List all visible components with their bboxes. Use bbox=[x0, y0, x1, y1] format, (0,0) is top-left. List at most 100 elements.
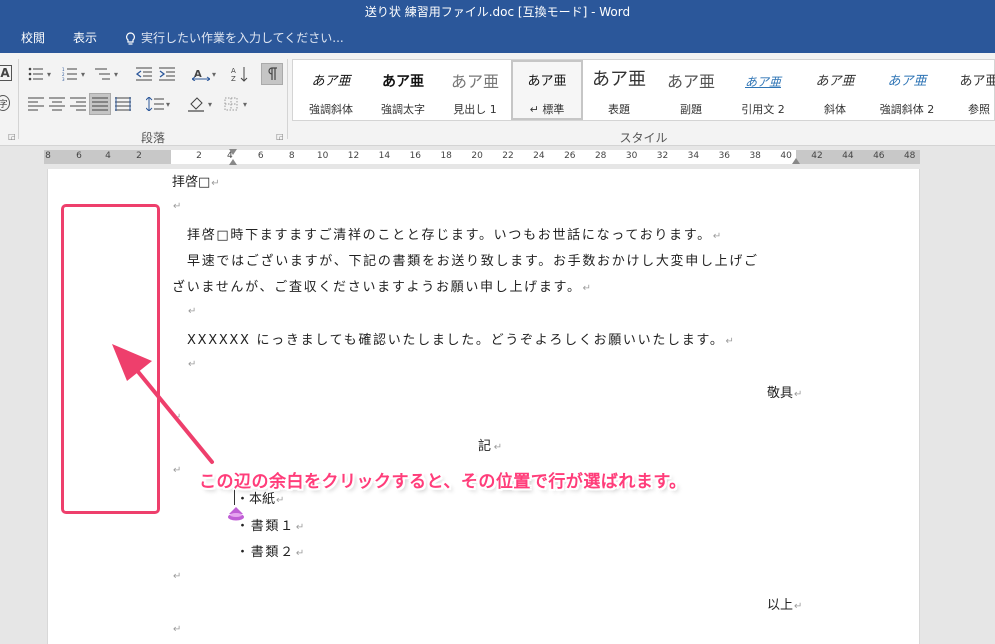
doc-line-body-1[interactable]: 早速ではございますが、下記の書類をお送り致します。お手数おかけし大変申し上げご bbox=[187, 250, 760, 269]
ruler-tick-label: 12 bbox=[347, 151, 360, 161]
ruler-tick-label: 38 bbox=[749, 151, 761, 161]
shading-icon[interactable] bbox=[187, 95, 207, 113]
tab-view[interactable]: 表示 bbox=[73, 24, 97, 53]
title-bar: 送り状 練習用ファイル.doc [互換モード] - Word bbox=[0, 0, 995, 24]
styles-gallery: あア亜 強調斜体 あア亜 強調太字 あア亜 見出し 1 あア亜 ↵ 標準 あア亜… bbox=[292, 59, 995, 121]
doc-line-empty[interactable]: ↵ bbox=[172, 568, 181, 583]
style-strong[interactable]: あア亜 強調太字 bbox=[367, 60, 439, 120]
svg-text:A: A bbox=[194, 69, 202, 80]
margin-highlight-box bbox=[61, 204, 160, 514]
annotation-text: この辺の余白をクリックすると、その位置で行が選ばれます。 bbox=[199, 472, 687, 492]
ruler-tick-label: 40 bbox=[780, 151, 792, 161]
ruler-tick-label: 14 bbox=[378, 151, 391, 161]
style-heading-1[interactable]: あア亜 見出し 1 bbox=[439, 60, 511, 120]
tab-review[interactable]: 校閲 bbox=[21, 24, 45, 53]
doc-line-empty[interactable]: ↵ bbox=[172, 409, 181, 424]
dialog-launcher-icon[interactable]: ◲ bbox=[8, 132, 16, 141]
style-subtitle[interactable]: あア亜 副題 bbox=[655, 60, 727, 120]
align-center-icon[interactable] bbox=[47, 95, 67, 113]
doc-line-ijou[interactable]: 以上↵ bbox=[767, 594, 802, 613]
doc-line-greeting[interactable]: 拝啓□時下ますますご清祥のことと存じます。いつもお世話になっております。↵ bbox=[187, 224, 721, 243]
numbering-icon[interactable]: 123 bbox=[60, 65, 80, 83]
doc-line-empty[interactable]: ↵ bbox=[172, 198, 181, 213]
doc-line-body-2[interactable]: ざいませんが、ご査収くださいますようお願い申し上げます。↵ bbox=[172, 276, 591, 295]
style-emphasis-italic-2[interactable]: あア亜 強調斜体 2 bbox=[871, 60, 943, 120]
style-reference[interactable]: あア亜 参照 bbox=[943, 60, 995, 120]
tell-me-placeholder: 実行したい作業を入力してください... bbox=[141, 31, 344, 45]
chevron-down-icon[interactable]: ▾ bbox=[243, 95, 250, 113]
distributed-icon[interactable] bbox=[113, 95, 133, 113]
chevron-down-icon[interactable]: ▾ bbox=[166, 95, 173, 113]
ruler-tick-label: 24 bbox=[533, 151, 545, 161]
lightbulb-icon bbox=[126, 31, 135, 45]
style-title[interactable]: あア亜 表題 bbox=[583, 60, 655, 120]
chevron-down-icon[interactable]: ▾ bbox=[114, 65, 121, 83]
ruler-tick-label: 8 bbox=[45, 151, 51, 161]
styles-group-label: スタイル bbox=[619, 131, 668, 145]
chevron-down-icon[interactable]: ▾ bbox=[81, 65, 88, 83]
ruler-tick-label: 2 bbox=[196, 151, 202, 161]
enclosed-char-icon[interactable]: 字 bbox=[0, 95, 10, 111]
doc-line-salutation[interactable]: 拝啓□↵ bbox=[172, 171, 220, 190]
ruler-tick-label: 46 bbox=[873, 151, 885, 161]
window-title: 送り状 練習用ファイル.doc [互換モード] - Word bbox=[364, 5, 631, 19]
separator bbox=[18, 59, 19, 139]
dialog-launcher-icon[interactable]: ◲ bbox=[276, 132, 284, 141]
horizontal-ruler[interactable]: 8 6 4 2 2 4 6 8 10 12 14 16 18 20 22 24 26 28 30 32 34 36 38 40… bbox=[44, 149, 920, 165]
doc-line-ki[interactable]: 記↵ bbox=[478, 435, 502, 454]
tell-me-box[interactable]: 実行したい作業を入力してください... bbox=[125, 24, 344, 53]
style-italic[interactable]: あア亜 斜体 bbox=[799, 60, 871, 120]
first-line-indent-marker[interactable] bbox=[229, 149, 237, 155]
ruler-tick-label: 48 bbox=[903, 151, 916, 161]
ruler-tick-label: 6 bbox=[76, 151, 82, 161]
doc-line-empty[interactable]: ↵ bbox=[187, 303, 196, 318]
ruler-tick-label: 36 bbox=[718, 151, 731, 161]
style-quote-2[interactable]: あア亜 引用文 2 bbox=[727, 60, 799, 120]
sort-icon[interactable]: AZ bbox=[230, 65, 250, 83]
doc-line-empty[interactable]: ↵ bbox=[172, 462, 181, 477]
ruler-tick-label: 44 bbox=[842, 151, 854, 161]
ruler-tick-label: 10 bbox=[316, 151, 329, 161]
chevron-down-icon[interactable]: ▾ bbox=[208, 95, 215, 113]
align-left-icon[interactable] bbox=[26, 95, 46, 113]
style-normal[interactable]: あア亜 ↵ 標準 bbox=[511, 60, 583, 120]
style-emphasis-italic[interactable]: あア亜 強調斜体 bbox=[295, 60, 367, 120]
document-page[interactable]: 拝啓□↵ ↵ 拝啓□時下ますますご清祥のことと存じます。いつもお世話になっており… bbox=[47, 169, 920, 644]
paragraph-group-label: 段落 bbox=[140, 131, 165, 145]
align-right-icon[interactable] bbox=[68, 95, 88, 113]
ruler-tick-label: 32 bbox=[656, 151, 669, 161]
ruler-tick-label: 22 bbox=[502, 151, 514, 161]
char-border-icon[interactable]: A bbox=[0, 65, 12, 81]
chevron-down-icon[interactable]: ▾ bbox=[47, 65, 54, 83]
ruler-tick-label: 6 bbox=[257, 151, 264, 161]
list-item-shorui-1[interactable]: ・書類１↵ bbox=[236, 515, 304, 534]
char-scaling-icon[interactable]: A bbox=[191, 65, 211, 83]
borders-icon[interactable] bbox=[221, 95, 241, 113]
right-indent-marker[interactable] bbox=[792, 158, 800, 164]
chevron-down-icon[interactable]: ▾ bbox=[212, 65, 219, 83]
ruler-tick-label: 2 bbox=[136, 151, 142, 161]
justify-icon[interactable] bbox=[89, 93, 111, 115]
bullets-icon[interactable] bbox=[26, 65, 46, 83]
decrease-indent-icon[interactable] bbox=[134, 65, 154, 83]
ruler-tick-label: 16 bbox=[409, 151, 422, 161]
ruler-tick-label: 42 bbox=[811, 151, 823, 161]
doc-line-empty[interactable]: ↵ bbox=[187, 356, 196, 371]
ribbon-tabs: 校閲 表示 実行したい作業を入力してください... bbox=[0, 24, 995, 53]
show-marks-icon[interactable] bbox=[261, 63, 283, 85]
line-spacing-icon[interactable] bbox=[145, 95, 165, 113]
ruler-tick-label: 30 bbox=[625, 151, 638, 161]
increase-indent-icon[interactable] bbox=[157, 65, 177, 83]
ruler-tick-label: 20 bbox=[471, 151, 483, 161]
doc-line-empty[interactable]: ↵ bbox=[172, 621, 181, 636]
list-item-shorui-2[interactable]: ・書類２↵ bbox=[236, 541, 304, 560]
doc-line-confirm[interactable]: XXXXXX にっきましても確認いたしました。どうぞよろしくお願いいたします。↵ bbox=[187, 329, 734, 348]
ruler-tick-label: 18 bbox=[440, 151, 452, 161]
doc-line-keigu[interactable]: 敬具↵ bbox=[767, 382, 802, 401]
svg-text:Z: Z bbox=[231, 75, 236, 82]
ruler-tick-label: 4 bbox=[105, 151, 111, 161]
svg-text:3: 3 bbox=[62, 77, 65, 81]
paragraph-handle-icon[interactable] bbox=[227, 506, 245, 522]
multilevel-list-icon[interactable] bbox=[93, 65, 113, 83]
hanging-indent-marker[interactable] bbox=[229, 159, 237, 165]
